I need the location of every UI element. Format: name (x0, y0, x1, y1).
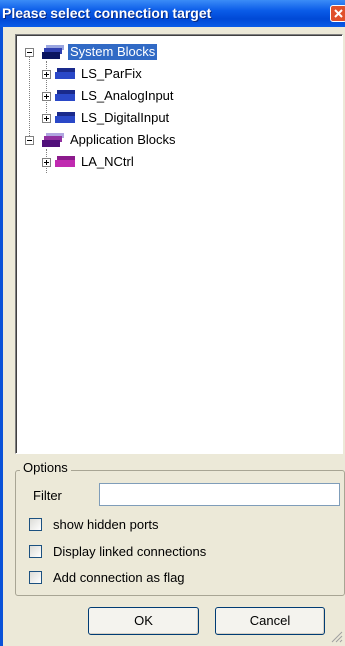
block-icon (55, 156, 75, 167)
checkbox-label: show hidden ports (53, 517, 159, 532)
block-icon (55, 90, 75, 101)
window-title: Please select connection target (2, 5, 212, 21)
ok-button[interactable]: OK (88, 607, 199, 635)
filter-input[interactable] (99, 483, 340, 506)
display-linked-connections-option[interactable]: Display linked connections (29, 544, 249, 560)
cancel-button-label: Cancel (249, 613, 291, 628)
checkbox-label: Display linked connections (53, 544, 207, 559)
connection-target-dialog: Please select connection target System B… (0, 0, 345, 646)
collapse-toggle[interactable] (25, 48, 34, 57)
collapse-toggle[interactable] (25, 136, 34, 145)
expand-toggle[interactable] (42, 158, 51, 167)
checkbox-label: Add connection as flag (53, 570, 185, 585)
blocks-stack-blue-icon (42, 45, 64, 59)
tree-node-system-blocks[interactable]: System Blocks (24, 44, 194, 62)
close-icon (334, 9, 343, 18)
add-connection-as-flag-option[interactable]: Add connection as flag (29, 570, 249, 586)
tree-node-label: LS_DigitalInput (81, 110, 170, 125)
tree-node-application-blocks[interactable]: Application Blocks (24, 132, 224, 150)
tree-node-label: Application Blocks (70, 132, 176, 147)
block-icon (55, 68, 75, 79)
show-hidden-ports-checkbox[interactable] (29, 518, 42, 531)
block-icon (55, 112, 75, 123)
tree-node-la-nctrl[interactable]: LA_NCtrl (42, 154, 191, 172)
tree-node-ls-digitalinput[interactable]: LS_DigitalInput (42, 110, 211, 128)
tree-node-label: LA_NCtrl (81, 154, 134, 169)
resize-grip-icon[interactable] (330, 630, 343, 643)
ok-button-label: OK (134, 613, 153, 628)
options-legend: Options (20, 460, 71, 475)
expand-toggle[interactable] (42, 114, 51, 123)
connection-tree[interactable]: System Blocks LS_ParFix LS_AnalogInput L… (15, 34, 343, 454)
blocks-stack-purple-icon (42, 133, 64, 147)
window-frame (0, 27, 3, 646)
expand-toggle[interactable] (42, 70, 51, 79)
add-connection-as-flag-checkbox[interactable] (29, 571, 42, 584)
title-bar[interactable]: Please select connection target (0, 0, 345, 27)
show-hidden-ports-option[interactable]: show hidden ports (29, 517, 229, 533)
tree-node-ls-parfix[interactable]: LS_ParFix (42, 66, 211, 84)
close-button[interactable] (330, 5, 345, 22)
display-linked-connections-checkbox[interactable] (29, 545, 42, 558)
filter-label: Filter (33, 488, 62, 503)
tree-node-label: LS_AnalogInput (81, 88, 174, 103)
expand-toggle[interactable] (42, 92, 51, 101)
cancel-button[interactable]: Cancel (215, 607, 325, 635)
tree-node-ls-analoginput[interactable]: LS_AnalogInput (42, 88, 211, 106)
tree-node-label: System Blocks (68, 44, 158, 60)
tree-line (29, 52, 31, 136)
tree-node-label: LS_ParFix (81, 66, 142, 81)
